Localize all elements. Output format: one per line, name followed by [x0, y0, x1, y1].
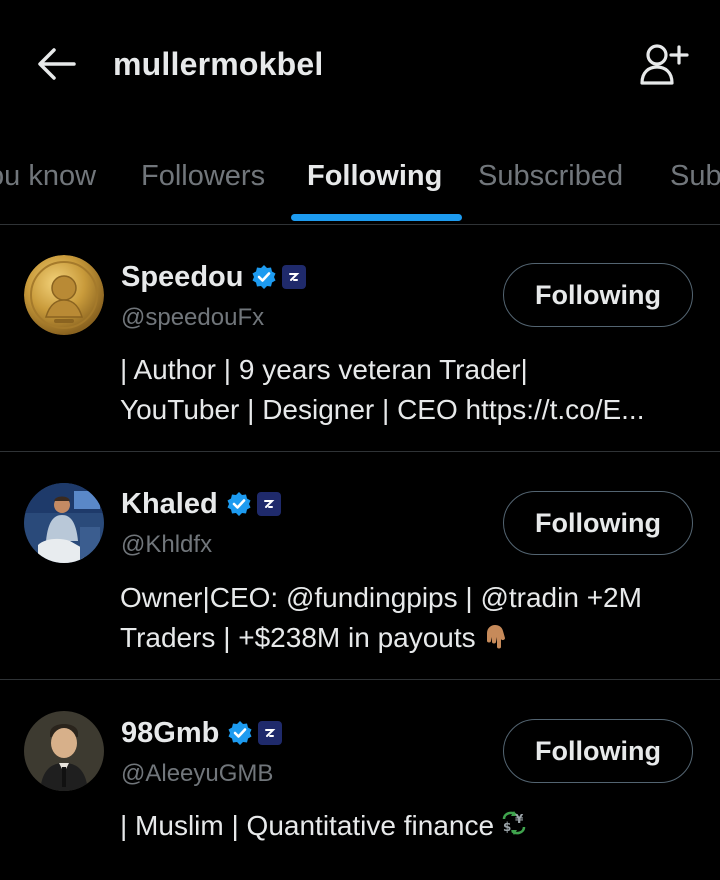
user-bio: | Muslim | Quantitative finance $ ¥	[120, 806, 700, 850]
illustrated-man-avatar-icon	[24, 711, 104, 791]
back-arrow-icon	[38, 48, 76, 80]
svg-text:$: $	[503, 820, 511, 834]
display-name[interactable]: 98Gmb	[121, 715, 219, 751]
svg-text:¥: ¥	[515, 812, 524, 826]
user-row[interactable]: Speedou @speedouFx Following | Author | …	[0, 225, 720, 452]
bio-line: | Author | 9 years veteran Trader|	[120, 354, 528, 385]
back-button[interactable]	[34, 44, 78, 84]
gold-coin-avatar-icon	[24, 255, 104, 335]
name-line: Speedou	[121, 259, 307, 295]
top-bar: mullermokbel	[0, 0, 720, 130]
bio-text: Traders | +$238M in payouts	[120, 622, 476, 653]
tab-you-know[interactable]: ou know	[0, 158, 96, 194]
verified-badge-icon	[226, 491, 252, 517]
tab-followers[interactable]: Followers	[141, 158, 265, 194]
tab-following[interactable]: Following	[307, 158, 442, 194]
user-handle: @Khldfx	[121, 531, 213, 558]
display-name[interactable]: Khaled	[121, 486, 218, 522]
name-line: 98Gmb	[121, 715, 283, 751]
bio-text: Owner|CEO: @fundingpips | @tradin +2M	[120, 582, 642, 613]
user-bio: | Author | 9 years veteran Trader| YouTu…	[120, 350, 700, 430]
bio-line[interactable]: YouTuber | Designer | CEO https://t.co/E…	[120, 390, 700, 430]
user-handle: @speedouFx	[121, 304, 265, 331]
add-user-button[interactable]	[636, 40, 692, 88]
user-handle: @AleeyuGMB	[121, 760, 274, 787]
avatar[interactable]	[24, 711, 104, 791]
bio-line: Traders | +$238M in payouts	[120, 618, 700, 662]
name-line: Khaled	[121, 486, 281, 522]
affiliate-badge-icon	[256, 492, 281, 516]
bio-text: | Muslim | Quantitative finance	[120, 810, 495, 841]
user-bio: Owner|CEO: @fundingpips | @tradin +2M Tr…	[120, 578, 700, 662]
bio-line: | Muslim | Quantitative finance $ ¥	[120, 806, 700, 850]
display-name[interactable]: Speedou	[121, 259, 243, 295]
currency-exchange-emoji-icon: $ ¥	[498, 807, 530, 850]
avatar[interactable]	[24, 255, 104, 335]
bio-line: Owner|CEO: @fundingpips | @tradin +2M	[120, 578, 700, 618]
avatar[interactable]	[24, 483, 104, 563]
page-title: mullermokbel	[113, 46, 324, 82]
following-button[interactable]: Following	[503, 263, 693, 327]
user-row[interactable]: Khaled @Khldfx Following Owner|CEO: @fun…	[0, 452, 720, 680]
tab-subscriptions[interactable]: Sub	[670, 158, 720, 194]
following-button[interactable]: Following	[503, 719, 693, 783]
following-button[interactable]: Following	[503, 491, 693, 555]
affiliate-badge-icon	[258, 721, 283, 745]
tab-bar: ou know Followers Following Subscribed S…	[0, 148, 720, 225]
active-tab-indicator	[291, 214, 462, 221]
verified-badge-icon	[227, 720, 253, 746]
backhand-index-pointing-down-emoji-icon	[480, 621, 510, 662]
add-user-icon	[640, 44, 689, 85]
person-photo-avatar-icon	[24, 483, 104, 563]
affiliate-badge-icon	[282, 265, 307, 289]
verified-badge-icon	[251, 264, 277, 290]
user-row[interactable]: 98Gmb @AleeyuGMB Following | Muslim | Qu…	[0, 680, 720, 880]
tab-subscribed[interactable]: Subscribed	[478, 158, 623, 194]
